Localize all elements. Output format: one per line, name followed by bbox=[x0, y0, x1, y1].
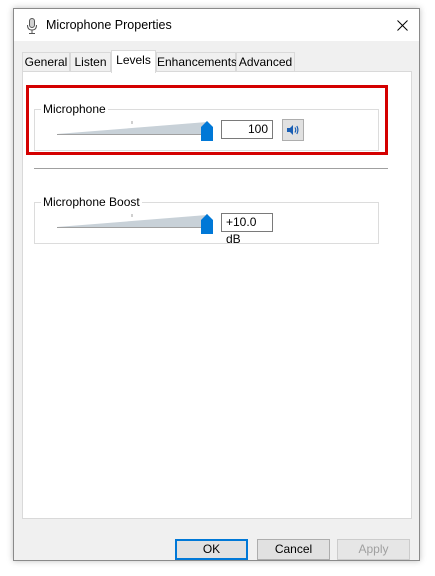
highlight-box bbox=[26, 85, 388, 155]
close-icon bbox=[396, 19, 408, 31]
separator-line bbox=[34, 168, 388, 169]
window-title: Microphone Properties bbox=[46, 18, 172, 32]
boost-value-field: +10.0 dB bbox=[221, 213, 273, 246]
microphone-icon bbox=[27, 18, 37, 34]
tab-enhancements[interactable]: Enhancements bbox=[156, 52, 237, 72]
boost-slider-thumb[interactable] bbox=[201, 214, 213, 234]
tab-levels[interactable]: Levels bbox=[111, 50, 156, 73]
cancel-button[interactable]: Cancel bbox=[257, 539, 330, 560]
microphone-boost-label: Microphone Boost bbox=[41, 195, 142, 209]
tab-advanced[interactable]: Advanced bbox=[236, 52, 295, 72]
ok-button[interactable]: OK bbox=[175, 539, 248, 560]
microphone-boost-group: Microphone Boost +10.0 dB bbox=[34, 195, 379, 246]
close-button[interactable] bbox=[385, 9, 419, 41]
tab-listen[interactable]: Listen bbox=[70, 52, 111, 72]
boost-slider[interactable] bbox=[57, 212, 217, 236]
apply-button[interactable]: Apply bbox=[337, 539, 410, 560]
tab-general[interactable]: General bbox=[22, 52, 70, 72]
title-bar: Microphone Properties bbox=[14, 9, 419, 41]
